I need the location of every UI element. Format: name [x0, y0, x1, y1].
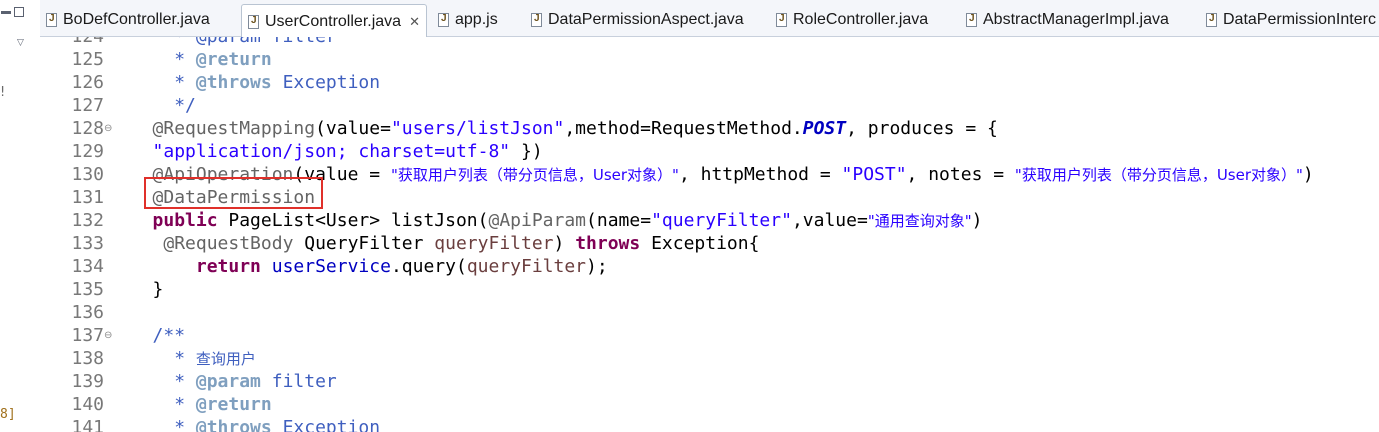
tab-rolecontroller[interactable]: RoleController.java: [776, 5, 928, 35]
code-editor[interactable]: 124 125 126 127 128 129 130 131 132 133 …: [40, 37, 1379, 432]
tab-label: BoDefController.java: [63, 11, 210, 28]
code-line-128: @RequestMapping(value="users/listJson",m…: [152, 118, 998, 139]
code-line-126: * @throws Exception: [163, 72, 381, 93]
line-number: 135: [71, 279, 104, 300]
code-line-132: public PageList<User> listJson(@ApiParam…: [152, 210, 983, 231]
code-line-139: * @param filter: [163, 371, 337, 392]
side-partial-text: 8]: [0, 407, 16, 422]
tab-label: DataPermissionAspect.java: [548, 11, 744, 28]
code-line-140: * @return: [163, 394, 272, 415]
tab-datapermissionaspect[interactable]: DataPermissionAspect.java: [531, 5, 744, 35]
maximize-icon[interactable]: [14, 7, 24, 17]
line-number: 132: [71, 210, 104, 231]
line-number: 124: [40, 37, 104, 48]
tab-bodefcontroller[interactable]: BoDefController.java: [46, 5, 210, 35]
tab-label: app.js: [455, 11, 498, 28]
code-line-127: */: [163, 95, 196, 116]
line-number: 125: [71, 49, 104, 70]
chevron-down-icon[interactable]: ▽: [17, 38, 24, 48]
code-line-135: }: [152, 279, 164, 300]
line-number: 133: [71, 233, 104, 254]
close-icon[interactable]: ✕: [409, 14, 420, 30]
java-file-icon: [966, 13, 977, 27]
line-number: 140: [71, 394, 104, 415]
line-number: 141: [71, 417, 104, 432]
java-file-icon: [46, 13, 57, 27]
line-number: 129: [71, 141, 104, 162]
code-line-134: return userService.query(queryFilter);: [195, 256, 608, 277]
code-line-129: "application/json; charset=utf-8" }): [152, 141, 543, 162]
java-file-icon: [248, 14, 259, 29]
minimized-view-strip: ▽ ! 8]: [0, 0, 38, 432]
line-number: 126: [71, 72, 104, 93]
highlight-box: [144, 177, 323, 209]
tab-abstractmanagerimpl[interactable]: AbstractManagerImpl.java: [966, 5, 1169, 35]
code-line-125: * @return: [163, 49, 272, 70]
line-number: 127: [71, 95, 104, 116]
line-number: 139: [71, 371, 104, 392]
line-number: 138: [71, 348, 104, 369]
line-number: 130: [71, 164, 104, 185]
line-number: 131: [71, 187, 104, 208]
line-number: 136: [71, 302, 104, 323]
line-number: 137: [71, 325, 104, 346]
tab-usercontroller[interactable]: UserController.java ✕: [241, 4, 427, 38]
code-line-124: * @param filter: [120, 37, 337, 48]
tab-label: DataPermissionInterc: [1223, 11, 1376, 28]
code-line-137: /**: [152, 325, 186, 346]
line-number: 134: [71, 256, 104, 277]
code-line-138: * 查询用户: [163, 348, 256, 369]
tab-label: UserController.java: [265, 12, 402, 30]
java-file-icon: [1206, 13, 1217, 27]
warning-marker-icon: !: [0, 85, 6, 100]
js-file-icon: [438, 13, 449, 27]
tab-label: AbstractManagerImpl.java: [983, 11, 1169, 28]
code-line-133: @RequestBody QueryFilter queryFilter) th…: [163, 233, 760, 254]
java-file-icon: [531, 13, 542, 27]
line-number: 128: [71, 118, 104, 139]
fold-toggle-icon[interactable]: ⊖: [104, 324, 116, 347]
java-file-icon: [776, 13, 787, 27]
minimize-icon[interactable]: [1, 11, 11, 14]
editor-tab-bar: BoDefController.java UserController.java…: [40, 0, 1379, 38]
code-line-141: * @throws Exception: [163, 417, 381, 432]
fold-toggle-icon[interactable]: ⊖: [104, 117, 116, 140]
tab-datapermissioninterceptor[interactable]: DataPermissionInterc: [1206, 5, 1376, 35]
tab-app-js[interactable]: app.js: [438, 5, 498, 35]
tab-label: RoleController.java: [793, 11, 929, 28]
